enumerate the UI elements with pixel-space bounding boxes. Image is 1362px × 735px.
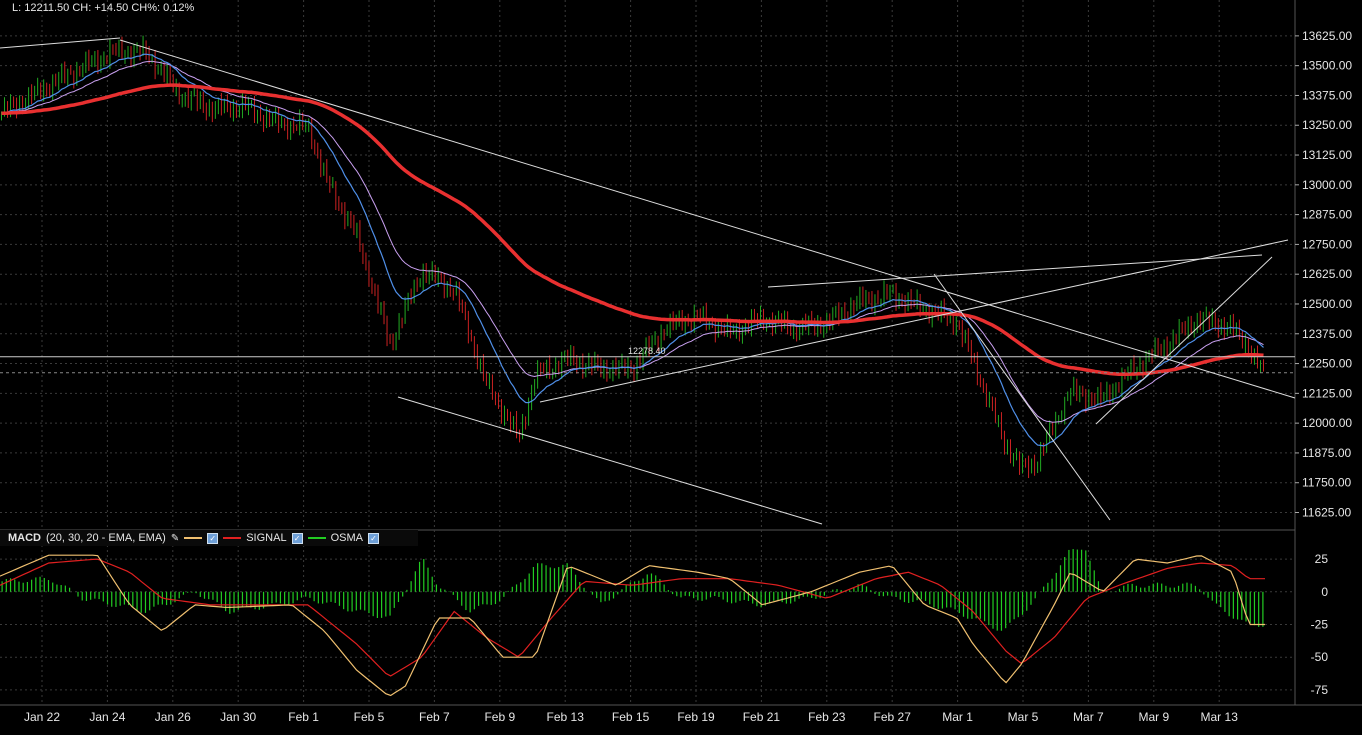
macd-tick-label: -25 (1311, 618, 1329, 632)
price-tick-label: 12000.00 (1302, 416, 1352, 430)
trend-line (397, 396, 823, 525)
signal-line (0, 558, 1265, 677)
price-tick-label: 12125.00 (1302, 386, 1352, 400)
macd-tick-label: -50 (1311, 650, 1329, 664)
time-tick-label: Feb 15 (612, 710, 650, 724)
signal-label: SIGNAL (246, 532, 287, 544)
time-tick-label: Feb 23 (808, 710, 846, 724)
trend-line (0, 37, 121, 49)
time-tick-label: Mar 13 (1201, 710, 1239, 724)
price-tick-label: 13250.00 (1302, 118, 1352, 132)
trend-line (539, 239, 1289, 403)
macd-legend-name: MACD (8, 532, 41, 544)
trend-line (119, 39, 1296, 399)
price-tick-label: 12875.00 (1302, 208, 1352, 222)
price-hline-label: 12278.40 (628, 346, 666, 356)
time-tick-label: Mar 1 (942, 710, 973, 724)
time-tick-label: Feb 27 (874, 710, 912, 724)
osma-visible-checkbox[interactable]: ✓ (367, 532, 379, 544)
time-tick-label: Jan 24 (89, 710, 125, 724)
macd-swatch (184, 537, 203, 539)
time-tick-label: Feb 7 (419, 710, 450, 724)
time-tick-label: Jan 26 (155, 710, 191, 724)
macd-legend: MACD (20, 30, 20 - EMA, EMA) ✎ ✓ SIGNAL … (0, 530, 418, 546)
time-tick-label: Feb 19 (677, 710, 715, 724)
macd-tick-label: 0 (1321, 585, 1328, 599)
time-tick-label: Feb 21 (743, 710, 781, 724)
macd-tick-label: 25 (1315, 552, 1329, 566)
price-tick-label: 12625.00 (1302, 267, 1352, 281)
price-tick-label: 12500.00 (1302, 297, 1352, 311)
price-tick-label: 11875.00 (1302, 446, 1351, 460)
price-tick-label: 13000.00 (1302, 178, 1352, 192)
price-tick-label: 12375.00 (1302, 327, 1352, 341)
price-tick-label: 13375.00 (1302, 88, 1352, 102)
price-tick-label: 12750.00 (1302, 237, 1352, 251)
price-tick-label: 13125.00 (1302, 148, 1352, 162)
time-tick-label: Feb 13 (547, 710, 585, 724)
time-tick-label: Jan 30 (220, 710, 256, 724)
time-tick-label: Feb 1 (288, 710, 319, 724)
signal-swatch (223, 537, 242, 539)
osma-label: OSMA (330, 532, 363, 544)
time-tick-label: Jan 22 (24, 710, 60, 724)
signal-visible-checkbox[interactable]: ✓ (291, 532, 303, 544)
macd-visible-checkbox[interactable]: ✓ (207, 532, 219, 544)
price-tick-label: 13500.00 (1302, 59, 1352, 73)
price-tick-label: 11625.00 (1302, 506, 1351, 520)
time-tick-label: Mar 5 (1008, 710, 1039, 724)
chart-root: Jan 22 Jan 24 Jan 26 Jan 30 Feb 1 Feb 5 Feb 7 F… (0, 0, 1362, 730)
osma-swatch (307, 537, 326, 539)
time-tick-label: Mar 7 (1073, 710, 1104, 724)
price-chart[interactable]: Jan 22 Jan 24 Jan 26 Jan 30 Feb 1 Feb 5 Feb 7 F… (0, 0, 1362, 730)
time-tick-label: Feb 9 (484, 710, 515, 724)
macd-legend-params: (20, 30, 20 - EMA, EMA) (46, 532, 166, 544)
price-readout: L: 12211.50 CH: +14.50 CH%: 0.12% (12, 2, 195, 14)
macd-tick-label: -75 (1311, 683, 1329, 697)
time-tick-label: Feb 5 (354, 710, 385, 724)
macd-line (0, 554, 1265, 697)
price-tick-label: 11750.00 (1302, 476, 1351, 490)
price-tick-label: 12250.00 (1302, 357, 1352, 371)
price-tick-label: 13625.00 (1302, 29, 1352, 43)
time-tick-label: Mar 9 (1138, 710, 1169, 724)
settings-icon[interactable]: ✎ (171, 533, 179, 544)
